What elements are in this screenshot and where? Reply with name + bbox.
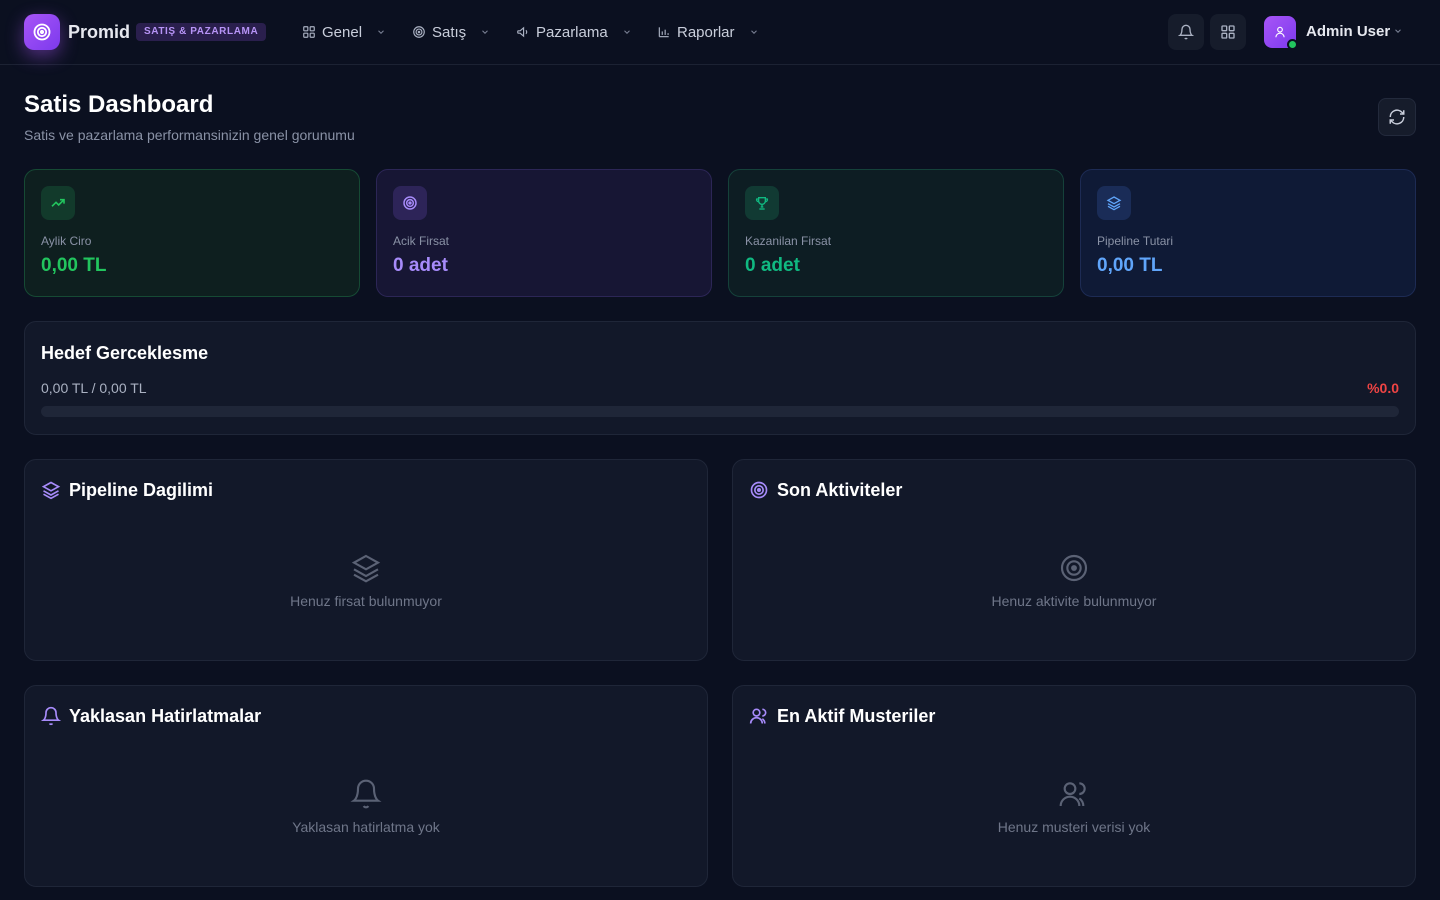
brand-badge: SATIŞ & PAZARLAMA [136,23,267,41]
stat-value: 0 adet [393,255,448,276]
target-icon [413,26,425,38]
stat-card-pipeline-amount: Pipeline Tutari 0,00 TL [1080,169,1416,297]
page-subtitle: Satis ve pazarlama performansinizin gene… [24,127,355,143]
nav-label: Pazarlama [536,23,608,41]
stat-card-open-opportunities: Acik Firsat 0 adet [376,169,712,297]
layers-icon [351,554,381,583]
empty-text: Henuz aktivite bulunmuyor [991,593,1157,609]
layers-icon [1106,196,1122,211]
refresh-button[interactable] [1378,98,1416,136]
target-icon [403,196,417,210]
panel-title: Hedef Gerceklesme [41,342,208,364]
nav-pazarlama[interactable]: Pazarlama [516,18,632,46]
stat-label: Aylik Ciro [41,234,92,248]
stat-value: 0 adet [745,255,800,276]
page-title: Satis Dashboard [24,91,214,118]
nav-raporlar[interactable]: Raporlar [657,18,759,46]
stat-icon-box [41,186,75,220]
panel-title: Pipeline Dagilimi [41,479,213,501]
reminders-title: Yaklasan Hatirlatmalar [69,706,262,726]
chevron-down-icon [750,30,757,34]
stat-label: Acik Firsat [393,234,450,248]
user-icon [1275,26,1285,38]
stat-icon-box [1097,186,1131,220]
pipeline-title: Pipeline Dagilimi [69,480,214,500]
activities-panel: Son Aktiviteler Henuz aktivite bulunmuyo… [732,459,1416,661]
stat-label: Pipeline Tutari [1097,234,1174,248]
stat-card-monthly-revenue: Aylik Ciro 0,00 TL [24,169,360,297]
customers-title: En Aktif Musteriler [777,706,936,726]
target-icon [33,23,51,41]
bell-icon [41,706,61,726]
stat-card-won-opportunities: Kazanilan Firsat 0 adet [728,169,1064,297]
megaphone-icon [517,26,528,38]
bell-icon [350,779,382,809]
stat-label: Kazanilan Firsat [745,234,832,248]
goal-title: Hedef Gerceklesme [41,343,209,363]
panel-title: Son Aktiviteler [749,479,902,501]
grid-icon [1221,25,1235,39]
target-icon [1060,554,1088,582]
target-icon [750,481,768,499]
users-icon [749,708,767,724]
layers-icon [41,481,61,500]
nav-label: Raporlar [677,23,735,41]
brand-logo[interactable] [24,14,60,50]
goal-panel: Hedef Gerceklesme 0,00 TL / 0,00 TL %0.0 [24,321,1416,435]
nav-label: Genel [322,23,363,41]
user-name[interactable]: Admin User [1306,22,1390,42]
panel-title: Yaklasan Hatirlatmalar [41,705,261,727]
users-icon [1059,782,1086,807]
chevron-down-icon[interactable] [1393,26,1403,36]
top-navbar: Promid SATIŞ & PAZARLAMA Genel Satış Paz… [0,0,1440,65]
chevron-down-icon [482,30,489,34]
nav-genel[interactable]: Genel [302,18,386,46]
nav-label: Satış [432,23,467,41]
goal-percent: %0.0 [1367,380,1399,396]
empty-text: Yaklasan hatirlatma yok [292,819,440,835]
customers-panel: En Aktif Musteriler Henuz musteri verisi… [732,685,1416,887]
trend-up-icon [51,198,65,207]
empty-state: Henuz firsat bulunmuyor [25,552,707,610]
empty-text: Henuz firsat bulunmuyor [290,593,442,609]
stat-icon-box [393,186,427,220]
stat-icon-box [745,186,779,220]
brand-name: Promid [68,22,131,42]
chevron-down-icon [623,30,630,34]
stat-value: 0,00 TL [41,255,107,276]
nav-satis[interactable]: Satış [412,18,490,46]
refresh-icon [1389,109,1405,125]
panel-title: En Aktif Musteriler [749,705,935,727]
empty-state: Henuz musteri verisi yok [733,778,1415,836]
reminders-panel: Yaklasan Hatirlatmalar Yaklasan hatirlat… [24,685,708,887]
apps-button[interactable] [1210,14,1246,50]
empty-text: Henuz musteri verisi yok [997,819,1151,835]
grid-icon [303,26,315,38]
bell-icon [1178,24,1194,40]
activities-title: Son Aktiviteler [777,480,903,500]
notifications-button[interactable] [1168,14,1204,50]
chevron-down-icon [378,30,384,34]
goal-amount: 0,00 TL / 0,00 TL [41,380,147,396]
stat-value: 0,00 TL [1097,255,1163,276]
online-status-dot [1287,39,1298,50]
pipeline-panel: Pipeline Dagilimi Henuz firsat bulunmuyo… [24,459,708,661]
trophy-icon [755,197,769,210]
goal-progress-bar [41,406,1399,417]
empty-state: Henuz aktivite bulunmuyor [733,552,1415,610]
bar-chart-icon [658,27,669,38]
empty-state: Yaklasan hatirlatma yok [25,778,707,836]
